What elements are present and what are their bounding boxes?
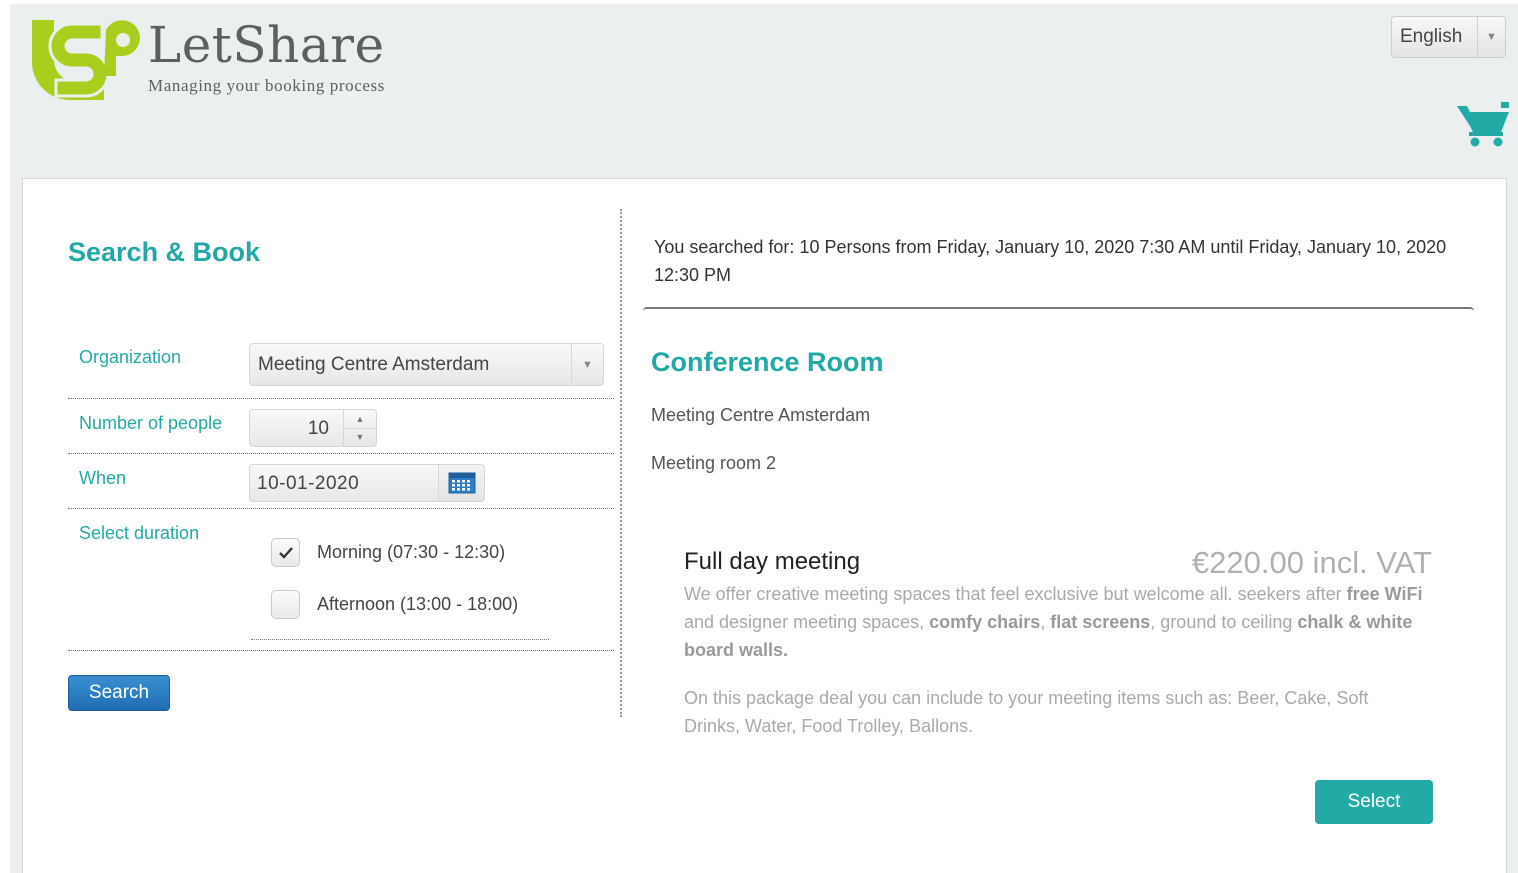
package-items: On this package deal you can include to … [684,688,1369,736]
room-title[interactable]: Conference Room [651,347,884,378]
room-organization: Meeting Centre Amsterdam [651,405,871,425]
package-title: Full day meeting [684,548,861,575]
people-value: 10 [307,418,329,439]
afternoon-label[interactable]: Afternoon (13:00 - 18:00) [317,594,518,615]
people-row: Number of people 10 ▲ ▼ [68,399,614,454]
organization-select[interactable]: Meeting Centre Amsterdam ▼ [249,343,604,386]
duration-row: Select duration Morning (07:30 - 12:30) … [68,509,614,651]
main-panel: Search & Book Organization Meeting Centr… [22,178,1507,873]
organization-row: Organization Meeting Centre Amsterdam ▼ [68,333,614,399]
duration-label: Select duration [79,523,200,543]
room-name: Meeting room 2 [651,453,777,473]
people-label: Number of people [79,413,223,433]
organization-value: Meeting Centre Amsterdam [258,353,490,375]
select-button[interactable]: Select [1315,780,1433,824]
when-label: When [79,468,127,488]
cart-icon[interactable] [1455,100,1511,148]
morning-label[interactable]: Morning (07:30 - 12:30) [317,542,505,563]
checkmark-icon [278,546,293,559]
morning-checkbox[interactable] [271,538,300,567]
chevron-down-icon: ▼ [1477,17,1505,57]
calendar-icon [448,472,475,494]
duration-inner-divider [251,639,549,640]
search-summary: You searched for: 10 Persons from Friday… [654,237,1447,285]
package-price: €220.00 incl. VAT [1191,545,1432,580]
language-select[interactable]: English ▼ [1391,16,1506,58]
search-title: Search & Book [68,237,261,267]
package-description: We offer creative meeting spaces that fe… [684,584,1423,660]
brand-tagline: Managing your booking process [148,76,385,95]
column-divider [620,209,622,717]
afternoon-checkbox[interactable] [271,590,300,619]
stepper-up-icon[interactable]: ▲ [344,410,376,429]
date-input[interactable]: 10-01-2020 [249,464,439,502]
search-button[interactable]: Search [68,675,170,711]
search-form: Search & Book Organization Meeting Centr… [68,209,614,651]
people-stepper[interactable]: 10 ▲ ▼ [249,409,377,447]
logo[interactable]: LetShare Managing your booking process [26,16,385,102]
chevron-down-icon: ▼ [571,344,603,385]
language-value: English [1400,26,1463,47]
calendar-button[interactable] [439,464,485,502]
when-row: When 10-01-2020 [68,454,614,509]
brand-name: LetShare [148,16,385,74]
results-divider [643,307,1474,311]
organization-label: Organization [79,347,182,367]
stepper-down-icon[interactable]: ▼ [344,429,376,447]
letshare-logo-icon [32,20,140,100]
